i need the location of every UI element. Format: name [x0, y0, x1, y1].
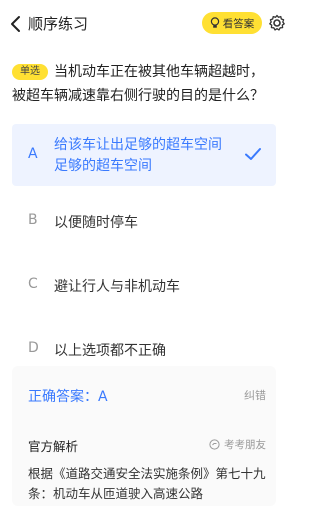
option-c[interactable]: C 避让行人与非机动车 [12, 254, 276, 314]
option-letter: D [28, 340, 39, 356]
show-answer-label: 看答案 [222, 17, 255, 30]
option-text-line-1: 给该车让出足够的超车空间 [54, 137, 222, 153]
share-friends-button[interactable]: 考考朋友 [209, 437, 266, 452]
settings-button[interactable] [268, 14, 286, 32]
option-text: 以便随时停车 [54, 215, 138, 231]
option-text: 以上选项都不正确 [54, 343, 166, 359]
show-answer-button[interactable]: 看答案 [202, 12, 262, 34]
analysis-title: 官方解析 [28, 439, 79, 454]
question-text: 当机动车正在被其他车辆超越时，被超车辆减速靠右侧行驶的目的是什么？ [12, 64, 264, 104]
option-text: 避让行人与非机动车 [54, 279, 180, 295]
report-error-button[interactable]: 纠错 [244, 387, 266, 403]
option-letter: C [28, 276, 38, 292]
options-list: A 给该车让出足够的超车空间 足够的超车空间 B 以便随时停车 C 避让行人与非… [12, 124, 276, 382]
share-label: 考考朋友 [224, 439, 266, 451]
analysis-text: 根据《道路交通安全法实施条例》第七十九条：机动车从匝道驶入高速公路 [28, 466, 266, 501]
question: 单选 当机动车正在被其他车辆超越时，被超车辆减速靠右侧行驶的目的是什么？ [12, 60, 276, 108]
question-type-tag: 单选 [12, 64, 48, 80]
top-bar: 顺序练习 看答案 [0, 0, 288, 48]
check-icon [245, 148, 261, 160]
option-b[interactable]: B 以便随时停车 [12, 190, 276, 250]
option-text: 给该车让出足够的超车空间 足够的超车空间 [54, 135, 222, 177]
correct-answer: 正确答案：A [28, 389, 108, 405]
option-letter: A [28, 146, 38, 162]
option-letter: B [28, 212, 38, 228]
share-icon [209, 439, 220, 450]
chevron-left-icon [11, 16, 20, 32]
back-button[interactable] [6, 12, 26, 36]
option-a[interactable]: A 给该车让出足够的超车空间 足够的超车空间 [12, 124, 276, 186]
gear-icon [269, 14, 285, 31]
lightbulb-icon [210, 17, 220, 29]
option-text-line-2: 足够的超车空间 [54, 158, 152, 174]
answer-panel: 正确答案：A 纠错 官方解析 考考朋友 根据《道路交通安全法实施条例》第七十九条… [12, 366, 276, 506]
page-title: 顺序练习 [28, 15, 89, 33]
